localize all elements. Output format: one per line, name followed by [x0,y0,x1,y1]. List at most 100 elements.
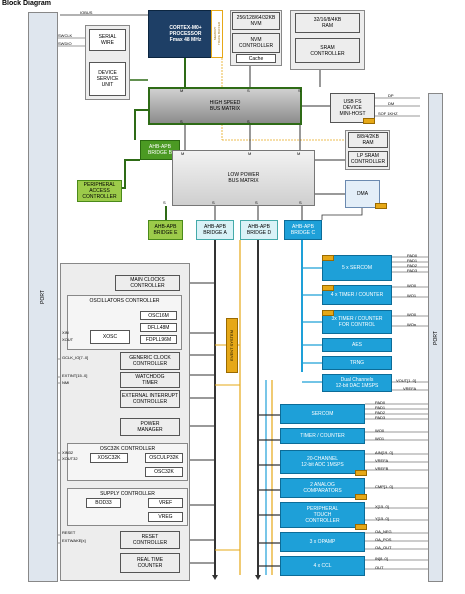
d-cmp: CMP[1..0] [375,484,393,489]
xin32-signal: XIN32 [62,450,74,455]
hs-s-label-1: S [247,88,250,93]
watchdog-timer: WATCHDOG TIMER [120,372,180,388]
lp-ram-block: 8/8/4/2KB RAM [348,132,388,148]
usb-dp-signal: DP [388,93,394,98]
ccl-block: 4 x CCL [280,556,365,576]
ptc-event-tag [355,524,367,530]
ac-event-tag [355,494,367,500]
sercom-d-block: SERCOM [280,404,365,424]
block-diagram: Block Diagram PORT PORT IOBUS SWCLK SWDI… [0,0,465,594]
osc32k-controller-title: OSC32K CONTROLLER [99,446,156,452]
lp-s-label-1: S [163,200,166,205]
tc-d-block: TIMER / COUNTER [280,428,365,444]
lp-m-label-3: M [297,151,301,156]
d-out: OUT [375,565,384,570]
nmi-signal: NMI [62,380,70,385]
dsu-block: DEVICE SERVICE UNIT [89,62,126,96]
diagram-title: Block Diagram [2,0,52,7]
osc16m-block: OSC16M [140,311,177,320]
reset-signal: RESET [62,530,76,535]
power-manager: POWER MANAGER [120,418,180,436]
bod33-block: BOD33 [86,498,121,508]
d-vrefa: VREFA [375,458,389,463]
d-in: IN[8..0] [375,556,388,561]
d-ain: AIN[19..0] [375,450,393,455]
low-power-bus-matrix: LOW POWER BUS MATRIX [172,150,315,206]
real-time-counter: REAL TIME COUNTER [120,553,180,573]
c-vout: VOUT[1..0] [396,378,417,383]
hs-s-label-3: S [180,119,183,124]
event-system-label: EVENT SYSTEM [229,330,234,361]
usb-dm-signal: DM [388,101,395,106]
mtb-label: MEMORY TRACE BUFFER [213,22,221,46]
c-wo1: WO1 [407,293,417,298]
d-oa-pos: OA_POS [375,537,392,542]
d-wo0: WO0 [375,428,385,433]
hs-m-label-1: M [180,88,184,93]
fdpll96m-block: FDPLL96M [140,335,177,344]
osculp32k-block: OSCULP32K [145,453,183,463]
usb-event-tag [363,118,375,124]
xin-signal: XIN [62,330,69,335]
supply-controller-title: SUPPLY CONTROLLER [100,491,155,497]
lp-s-label-4: S [299,200,302,205]
trng-block: TRNG [322,356,392,370]
osc32k-block: OSC32K [145,467,183,477]
xosc32k-block: XOSC32K [90,453,128,463]
d-wo1: WO1 [375,436,385,441]
swclk-signal: SWCLK [58,33,73,38]
lp-m-label-2: M [248,151,252,156]
port-left-label: PORT [40,290,46,304]
xosc-block: XOSC [90,330,130,344]
extwake-signal: EXTWAKE[x] [62,538,86,543]
dfll48m-block: DFLL48M [140,323,177,332]
iobus-label: IOBUS [80,10,93,15]
d-pad3: PAD3 [375,415,386,420]
c-pad3: PAD3 [407,268,418,273]
port-right: PORT [428,93,443,582]
tc-x4-event-tag [322,285,334,291]
d-oa-out: OA_OUT [375,545,392,550]
port-left: PORT [28,12,58,582]
d-oa-neg: OA_NEG [375,529,392,534]
sram-controller-block: SRAM CONTROLLER [295,38,360,63]
sercom-x5-event-tag [322,255,334,261]
nvm-block: 256/128/64/32KB NVM [232,12,280,30]
lp-sram-controller-block: LP SRAM CONTROLLER [348,151,388,167]
tcc-x3-event-tag [322,310,334,316]
dma-event-tag [375,203,387,209]
serial-wire-block: SERIAL WIRE [89,29,126,51]
usb-sof-signal: SOF 1KHZ [378,111,398,116]
xout32-signal: XOUT32 [62,456,78,461]
extint-signal: EXTINT[15..0] [62,373,88,378]
reset-controller: RESET CONTROLLER [120,531,180,549]
adc-block: 20-CHANNEL 12-bit ADC 1MSPS [280,450,365,474]
event-system-block: EVENT SYSTEM [226,318,238,373]
c-vrefa: VREFA [403,386,417,391]
bridge-e: AHB-APB BRIDGE E [148,220,183,240]
d-x: X[15..0] [375,504,389,509]
main-clocks-controller: MAIN CLOCKS CONTROLLER [115,275,180,291]
vref-block: VREF [148,498,183,508]
high-speed-bus-matrix: HIGH SPEED BUS MATRIX [148,87,302,125]
hs-s-label-4: S [247,119,250,124]
ptc-block: PERIPHERAL TOUCH CONTROLLER [280,502,365,528]
adc-event-tag [355,470,367,476]
nvm-controller-block: NVM CONTROLLER [232,33,280,53]
c-tcc-wo0: WO0 [407,312,417,317]
ac-block: 2 ANALOG COMPARATORS [280,478,365,498]
gclk-io-signal: GCLK_IO[7..0] [62,355,89,360]
d-y: Y[15..0] [375,516,389,521]
opamp-block: 3 x OPAMP [280,532,365,552]
bridge-c: AHB-APB BRIDGE C [284,220,322,240]
c-wo0: WO0 [407,283,417,288]
hs-s-label-2: S [298,88,301,93]
d-vrefb: VREFB [375,466,389,471]
dac-block: Dual Channels 12-bit DAC 1MSPS [322,374,392,392]
generic-clock-controller: GENERIC CLOCK CONTROLLER [120,352,180,370]
mtb-block: MEMORY TRACE BUFFER [211,10,223,58]
c-tcc-won: WOn [407,322,417,327]
lp-s-label-3: S [255,200,258,205]
swdio-signal: SWDIO [58,41,72,46]
lp-m-label-1: M [181,151,185,156]
